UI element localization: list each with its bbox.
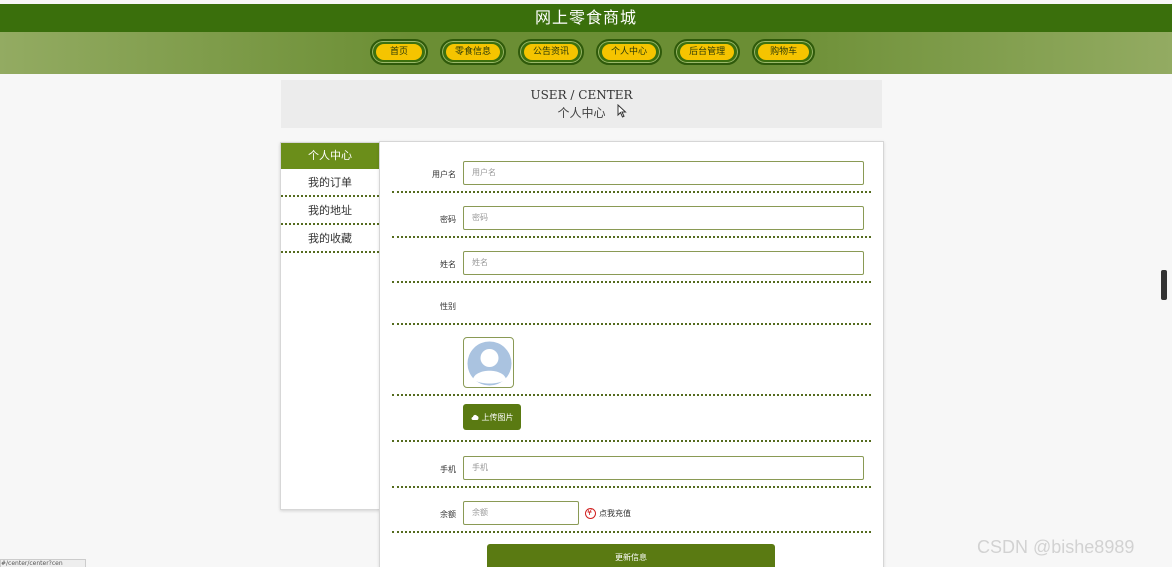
nav-item-label: 后台管理	[680, 44, 735, 60]
username-input[interactable]: 用户名	[463, 161, 864, 185]
nav-item-news[interactable]: 公告资讯	[518, 39, 585, 65]
form-row-password: 密码 密码	[392, 201, 871, 238]
mouse-cursor-icon	[617, 104, 627, 118]
nav-item-label: 公告资讯	[524, 44, 579, 60]
form-row-name: 姓名 姓名	[392, 246, 871, 283]
name-input[interactable]: 姓名	[463, 251, 864, 275]
watermark: CSDN @bishe8989	[977, 537, 1135, 557]
form-row-phone: 手机 手机	[392, 451, 871, 488]
form-row-avatar	[392, 333, 871, 396]
section-header: USER / CENTER 个人中心	[281, 80, 882, 128]
cloud-upload-icon	[471, 414, 478, 420]
profile-form: 用户名 用户名 密码 密码 姓名 姓名 性别 上传图片 手机 手机 余额 余额 …	[379, 141, 884, 567]
password-input[interactable]: 密码	[463, 206, 864, 230]
section-title-en: USER / CENTER	[530, 88, 633, 102]
upload-image-label: 上传图片	[481, 412, 514, 422]
nav-item-label: 零食信息	[446, 44, 501, 60]
sidebar-item-user-center[interactable]: 个人中心	[281, 143, 379, 169]
form-row-upload: 上传图片	[392, 396, 871, 442]
form-row-balance: 余额 余额 点我充值	[392, 496, 871, 533]
page: 网上零食商城 首页 零食信息 公告资讯 个人中心 后台管理 购物车 USER /…	[0, 0, 1172, 567]
scrollbar-thumb[interactable]	[1161, 270, 1167, 300]
avatar-preview	[463, 337, 514, 388]
recharge-label: 点我充值	[599, 509, 631, 518]
balance-input[interactable]: 余额	[463, 501, 579, 525]
nav-item-cart[interactable]: 购物车	[752, 39, 816, 65]
upload-image-button[interactable]: 上传图片	[463, 404, 521, 430]
phone-input[interactable]: 手机	[463, 456, 864, 480]
sidebar: 个人中心 我的订单 我的地址 我的收藏	[280, 142, 380, 510]
nav-bar: 首页 零食信息 公告资讯 个人中心 后台管理 购物车	[0, 32, 1172, 74]
password-label: 密码	[440, 215, 456, 224]
nav-item-snacks[interactable]: 零食信息	[440, 39, 507, 65]
nav-item-label: 购物车	[758, 44, 810, 60]
top-bar: 网上零食商城	[0, 4, 1172, 32]
nav-list: 首页 零食信息 公告资讯 个人中心 后台管理 购物车	[370, 39, 816, 65]
phone-label: 手机	[440, 465, 456, 474]
sidebar-item-orders[interactable]: 我的订单	[281, 169, 379, 197]
name-label: 姓名	[440, 260, 456, 269]
status-bar-url: #/center/center?cen	[0, 559, 86, 567]
nav-item-admin[interactable]: 后台管理	[674, 39, 741, 65]
form-row-gender: 性别	[392, 291, 871, 325]
recharge-link[interactable]: 点我充值	[585, 508, 631, 519]
nav-item-user-center[interactable]: 个人中心	[596, 39, 663, 65]
sidebar-item-favorites[interactable]: 我的收藏	[281, 225, 379, 253]
nav-item-label: 个人中心	[602, 44, 657, 60]
sidebar-item-address[interactable]: 我的地址	[281, 197, 379, 225]
balance-label: 余额	[440, 510, 456, 519]
section-title-cn: 个人中心	[557, 106, 606, 120]
update-info-button[interactable]: 更新信息	[487, 544, 775, 567]
nav-item-label: 首页	[376, 44, 423, 60]
yuan-coin-icon	[585, 508, 596, 519]
site-title: 网上零食商城	[534, 8, 637, 27]
username-label: 用户名	[432, 170, 456, 179]
gender-label: 性别	[440, 302, 456, 311]
avatar-placeholder-icon	[467, 341, 512, 386]
form-row-username: 用户名 用户名	[392, 156, 871, 193]
nav-item-home[interactable]: 首页	[370, 39, 429, 65]
